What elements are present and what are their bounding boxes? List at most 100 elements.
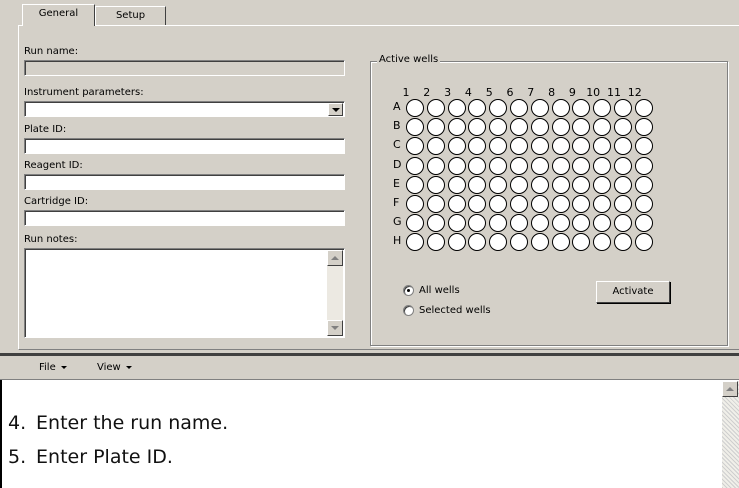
well-F4[interactable]	[468, 195, 487, 213]
well-G4[interactable]	[468, 214, 487, 233]
selected-wells-option[interactable]: Selected wells	[403, 305, 491, 316]
well-F10[interactable]	[593, 195, 612, 213]
well-B4[interactable]	[468, 118, 487, 137]
instrument-parameters-select[interactable]	[24, 101, 345, 117]
well-E4[interactable]	[468, 175, 487, 194]
well-G6[interactable]	[510, 214, 528, 233]
well-G2[interactable]	[426, 214, 445, 233]
well-G11[interactable]	[614, 214, 632, 233]
well-A10[interactable]	[593, 99, 612, 117]
all-wells-radio[interactable]	[403, 285, 414, 296]
plate-id-field[interactable]	[24, 138, 345, 154]
well-G8[interactable]	[551, 214, 570, 233]
well-A11[interactable]	[614, 99, 632, 117]
well-C5[interactable]	[489, 137, 508, 156]
well-H6[interactable]	[510, 233, 528, 252]
well-A7[interactable]	[530, 99, 549, 117]
well-H7[interactable]	[530, 233, 549, 252]
well-E1[interactable]	[406, 175, 424, 194]
well-E3[interactable]	[447, 175, 466, 194]
well-H9[interactable]	[572, 233, 591, 252]
well-A1[interactable]	[406, 99, 424, 117]
well-A9[interactable]	[572, 99, 591, 117]
well-E5[interactable]	[489, 175, 508, 194]
well-D4[interactable]	[468, 156, 487, 175]
well-G3[interactable]	[447, 214, 466, 233]
well-D10[interactable]	[593, 156, 612, 175]
activate-button[interactable]: Activate	[596, 281, 670, 303]
well-B5[interactable]	[489, 118, 508, 137]
log-scrollbar[interactable]	[722, 381, 739, 488]
well-A8[interactable]	[551, 99, 570, 117]
well-A12[interactable]	[634, 99, 653, 117]
well-C12[interactable]	[634, 137, 653, 156]
tab-setup[interactable]: Setup	[95, 6, 166, 26]
well-H1[interactable]	[406, 233, 424, 252]
all-wells-option[interactable]: All wells	[403, 285, 460, 296]
well-E2[interactable]	[426, 175, 445, 194]
well-D8[interactable]	[551, 156, 570, 175]
well-B12[interactable]	[634, 118, 653, 137]
well-A6[interactable]	[510, 99, 528, 117]
well-C8[interactable]	[551, 137, 570, 156]
well-D9[interactable]	[572, 156, 591, 175]
well-H3[interactable]	[447, 233, 466, 252]
well-G9[interactable]	[572, 214, 591, 233]
well-B1[interactable]	[406, 118, 424, 137]
well-D2[interactable]	[426, 156, 445, 175]
well-H11[interactable]	[614, 233, 632, 252]
well-B9[interactable]	[572, 118, 591, 137]
well-A3[interactable]	[447, 99, 466, 117]
well-C9[interactable]	[572, 137, 591, 156]
well-E7[interactable]	[530, 175, 549, 194]
well-D6[interactable]	[510, 156, 528, 175]
well-C11[interactable]	[614, 137, 632, 156]
well-E11[interactable]	[614, 175, 632, 194]
well-C1[interactable]	[406, 137, 424, 156]
well-A4[interactable]	[468, 99, 487, 117]
well-F3[interactable]	[447, 195, 466, 213]
well-C4[interactable]	[468, 137, 487, 156]
well-H8[interactable]	[551, 233, 570, 252]
well-B8[interactable]	[551, 118, 570, 137]
well-G7[interactable]	[530, 214, 549, 233]
cartridge-id-field[interactable]	[24, 210, 345, 226]
well-B2[interactable]	[426, 118, 445, 137]
scroll-down-button[interactable]	[327, 320, 343, 336]
well-C6[interactable]	[510, 137, 528, 156]
tab-general[interactable]: General	[22, 4, 95, 26]
log-scroll-up-button[interactable]	[722, 381, 738, 397]
well-F11[interactable]	[614, 195, 632, 213]
well-F7[interactable]	[530, 195, 549, 213]
well-E6[interactable]	[510, 175, 528, 194]
well-E8[interactable]	[551, 175, 570, 194]
well-H10[interactable]	[593, 233, 612, 252]
well-F2[interactable]	[426, 195, 445, 213]
well-E9[interactable]	[572, 175, 591, 194]
combo-dropdown-button[interactable]	[328, 103, 343, 116]
well-D12[interactable]	[634, 156, 653, 175]
well-F1[interactable]	[406, 195, 424, 213]
well-F8[interactable]	[551, 195, 570, 213]
well-F12[interactable]	[634, 195, 653, 213]
well-C10[interactable]	[593, 137, 612, 156]
well-C7[interactable]	[530, 137, 549, 156]
well-H4[interactable]	[468, 233, 487, 252]
well-F5[interactable]	[489, 195, 508, 213]
well-F6[interactable]	[510, 195, 528, 213]
well-D5[interactable]	[489, 156, 508, 175]
well-B7[interactable]	[530, 118, 549, 137]
well-D7[interactable]	[530, 156, 549, 175]
well-D1[interactable]	[406, 156, 424, 175]
well-H2[interactable]	[426, 233, 445, 252]
well-E10[interactable]	[593, 175, 612, 194]
well-B6[interactable]	[510, 118, 528, 137]
selected-wells-radio[interactable]	[403, 305, 414, 316]
reagent-id-field[interactable]	[24, 174, 345, 190]
well-C3[interactable]	[447, 137, 466, 156]
well-B11[interactable]	[614, 118, 632, 137]
well-B3[interactable]	[447, 118, 466, 137]
well-G1[interactable]	[406, 214, 424, 233]
run-notes-textarea[interactable]	[24, 248, 345, 338]
well-A5[interactable]	[489, 99, 508, 117]
